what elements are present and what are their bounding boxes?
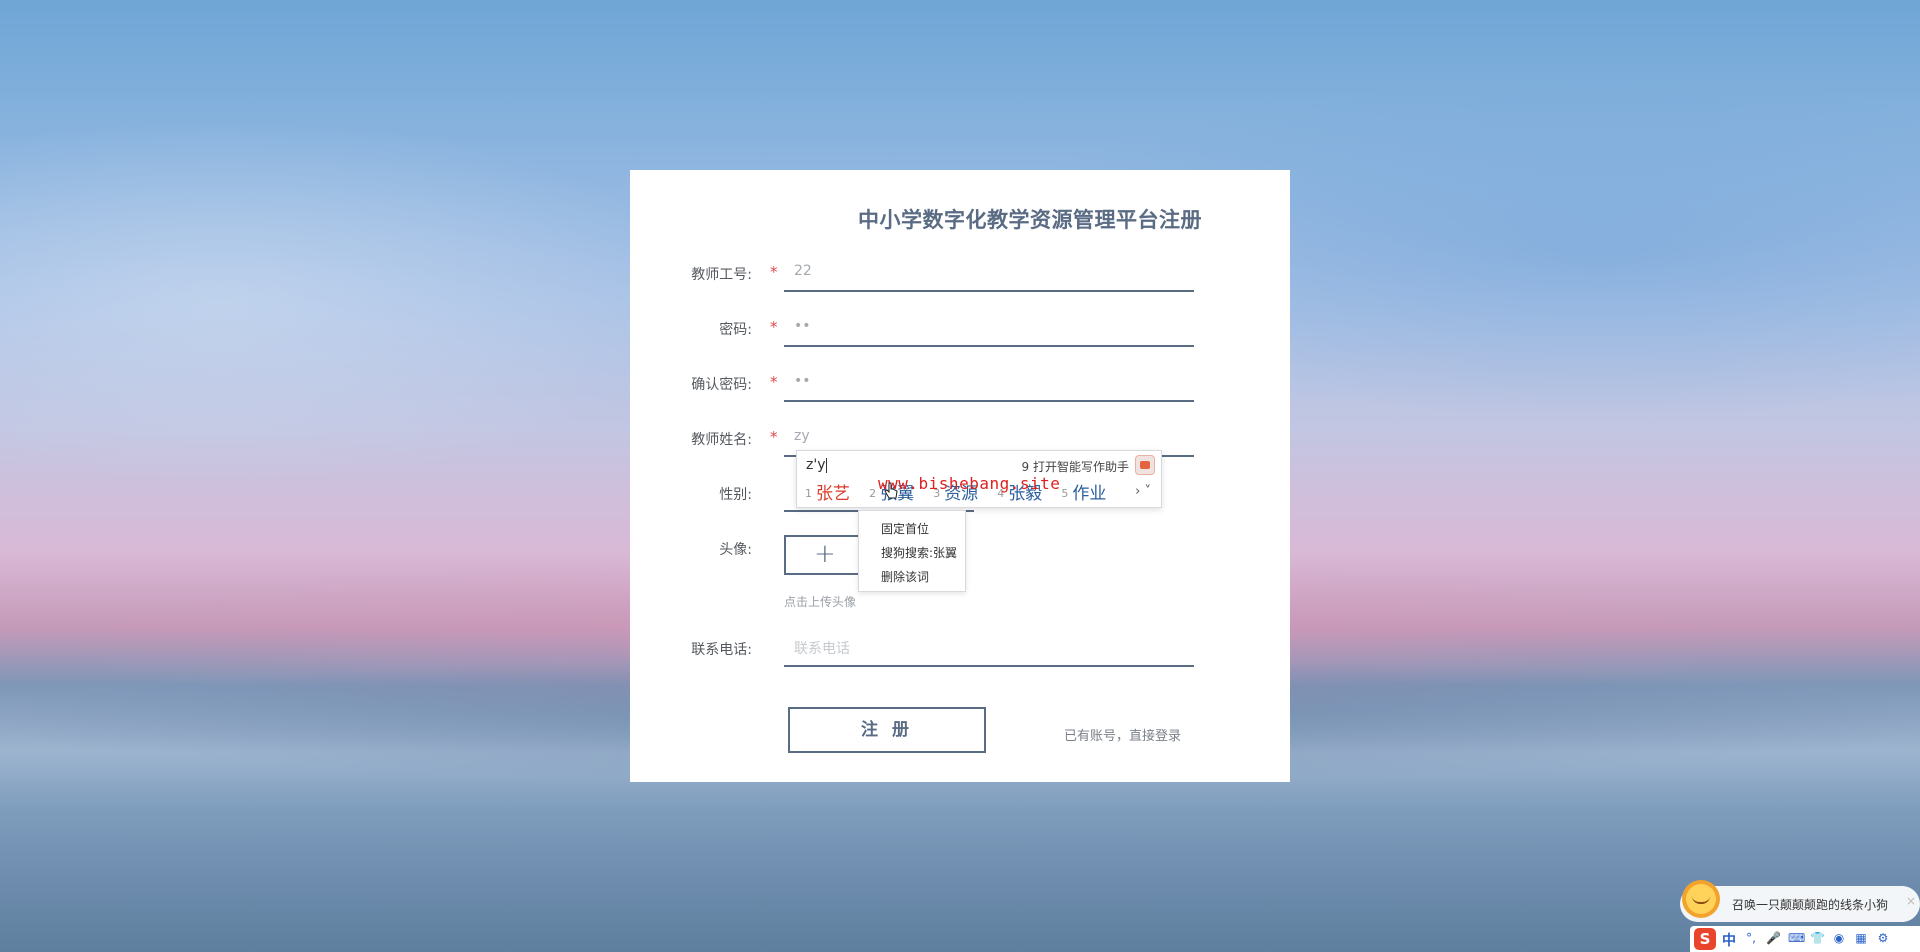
microphone-icon[interactable]: 🎤 bbox=[1766, 931, 1781, 945]
password-input[interactable]: •• bbox=[784, 309, 1194, 347]
plus-icon: + bbox=[814, 539, 836, 569]
ime-candidate[interactable]: 5 作业 bbox=[1061, 479, 1106, 504]
confirm-password-row: 确认密码: * •• bbox=[630, 364, 1290, 404]
sun-icon bbox=[1682, 880, 1720, 918]
register-button[interactable]: 注 册 bbox=[788, 707, 986, 753]
candidate-number: 5 bbox=[1061, 487, 1069, 500]
login-link[interactable]: 已有账号，直接登录 bbox=[1064, 725, 1181, 744]
password-value: •• bbox=[794, 318, 811, 334]
candidate-number: 1 bbox=[805, 487, 812, 500]
avatar-upload-button[interactable]: + bbox=[784, 535, 866, 575]
ime-page-nav[interactable]: › ˅ bbox=[1135, 484, 1151, 499]
teacher-name-label: 教师姓名: bbox=[691, 432, 752, 448]
teacher-id-value: 22 bbox=[794, 263, 812, 279]
teacher-name-value: zy bbox=[794, 428, 810, 444]
confirm-password-input[interactable]: •• bbox=[784, 364, 1194, 402]
ime-mode-toggle[interactable]: 中 bbox=[1722, 930, 1736, 950]
ime-status-bar: S 中 °, 🎤 ⌨ 👕 ◉ ▦ ⚙ bbox=[1690, 926, 1920, 952]
ime-context-menu: 固定首位 搜狗搜索:张翼 删除该词 bbox=[858, 510, 966, 592]
ime-composition: z'y bbox=[806, 457, 826, 473]
punctuation-icon[interactable]: °, bbox=[1744, 931, 1758, 945]
watermark: www.bishebang.site bbox=[878, 474, 1061, 493]
avatar-label: 头像: bbox=[719, 542, 752, 558]
pet-widget[interactable]: 召唤一只颠颠颠跑的线条小狗 × bbox=[1680, 880, 1920, 922]
candidate-text: 作业 bbox=[1072, 484, 1107, 504]
avatar-hint: 点击上传头像 bbox=[784, 595, 857, 609]
gender-label: 性别: bbox=[719, 487, 752, 503]
candidate-number: 2 bbox=[869, 487, 877, 500]
confirm-password-value: •• bbox=[794, 373, 811, 389]
menu-item-delete[interactable]: 删除该词 bbox=[881, 568, 929, 585]
menu-item-pin[interactable]: 固定首位 bbox=[881, 520, 929, 537]
page-title: 中小学数字化教学资源管理平台注册 bbox=[858, 208, 1202, 232]
sogou-logo-icon[interactable]: S bbox=[1694, 928, 1716, 950]
candidate-text: 张艺 bbox=[816, 484, 850, 504]
keyboard-icon[interactable]: ⌨ bbox=[1788, 931, 1805, 945]
assistant-icon[interactable] bbox=[1135, 455, 1155, 475]
phone-label: 联系电话: bbox=[691, 642, 752, 658]
ai-icon[interactable]: ◉ bbox=[1832, 931, 1846, 945]
teacher-id-row: 教师工号: * 22 bbox=[630, 254, 1290, 294]
required-mark: * bbox=[770, 263, 778, 281]
confirm-password-label: 确认密码: bbox=[691, 377, 752, 393]
password-label: 密码: bbox=[719, 322, 752, 338]
required-mark: * bbox=[770, 373, 778, 391]
ime-writing-assistant[interactable]: 9 打开智能写作助手 bbox=[1022, 458, 1129, 475]
pet-text: 召唤一只颠颠颠跑的线条小狗 bbox=[1732, 898, 1889, 912]
ime-candidate[interactable]: 1 张艺 bbox=[805, 479, 850, 504]
menu-item-search[interactable]: 搜狗搜索:张翼 bbox=[881, 544, 957, 561]
hand-cursor-icon bbox=[884, 482, 898, 499]
required-mark: * bbox=[770, 318, 778, 336]
required-mark: * bbox=[770, 428, 778, 446]
teacher-id-label: 教师工号: bbox=[691, 267, 752, 283]
close-icon[interactable]: × bbox=[1906, 894, 1916, 908]
teacher-id-input[interactable]: 22 bbox=[784, 254, 1194, 292]
toolbox-icon[interactable]: ▦ bbox=[1854, 931, 1868, 945]
skin-icon[interactable]: 👕 bbox=[1810, 931, 1825, 945]
settings-icon[interactable]: ⚙ bbox=[1876, 931, 1890, 945]
phone-row: 联系电话: 联系电话 bbox=[630, 629, 1290, 669]
phone-placeholder: 联系电话 bbox=[794, 641, 850, 657]
phone-input[interactable]: 联系电话 bbox=[784, 629, 1194, 667]
password-row: 密码: * •• bbox=[630, 309, 1290, 349]
